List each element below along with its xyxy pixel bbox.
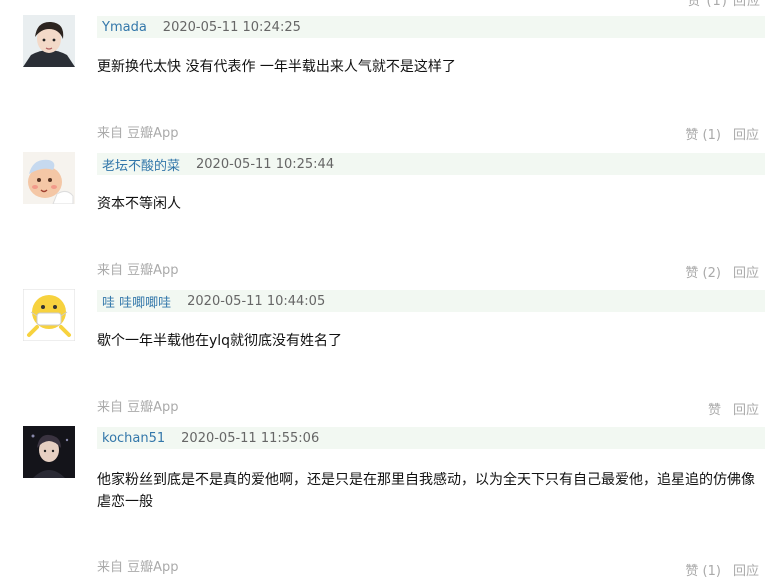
comment-source: 来自 豆瓣App — [97, 126, 179, 141]
comment-actions: 赞 (1) 回应 — [685, 560, 759, 579]
comment-meta: Ymada 2020-05-11 10:24:25 — [97, 16, 765, 38]
reply-button[interactable]: 回应 — [733, 128, 759, 143]
author-link[interactable]: Ymada — [102, 20, 147, 35]
comment-text: 歇个一年半载他在ylq就彻底没有姓名了 — [97, 333, 343, 349]
comment-source: 来自 豆瓣App — [97, 400, 179, 415]
reply-button[interactable]: 回应 — [733, 564, 759, 579]
comment-list: 赞 (1) 回应 Ymada 2020-05-11 10:24:25 更新换代太… — [0, 0, 781, 586]
cartoon-baby-avatar[interactable] — [23, 152, 75, 204]
boy-portrait-avatar[interactable] — [23, 15, 75, 67]
reply-button[interactable]: 回应 — [733, 403, 759, 418]
comment-time: 2020-05-11 10:24:25 — [162, 19, 301, 35]
comment-meta: 老坛不酸的菜 2020-05-11 10:25:44 — [97, 153, 765, 175]
like-button[interactable]: 赞 (2) — [685, 266, 721, 281]
comment-text: 资本不等闲人 — [97, 196, 181, 212]
reply-button[interactable]: 回应 — [733, 266, 759, 281]
author-link[interactable]: kochan51 — [102, 431, 165, 446]
comment-source: 来自 豆瓣App — [97, 560, 179, 575]
comment-time: 2020-05-11 10:44:05 — [187, 293, 326, 309]
dark-portrait-avatar[interactable] — [23, 426, 75, 478]
comment-meta: kochan51 2020-05-11 11:55:06 — [97, 427, 765, 449]
author-link[interactable]: 哇 哇唧唧哇 — [102, 292, 171, 311]
comment-source: 来自 豆瓣App — [97, 263, 179, 278]
comment-text: 更新换代太快 没有代表作 一年半载出来人气就不是这样了 — [97, 59, 456, 75]
comment-meta: 哇 哇唧唧哇 2020-05-11 10:44:05 — [97, 290, 765, 312]
comment-text: 他家粉丝到底是不是真的爱他啊，还是只是在那里自我感动，以为全天下只有自己最爱他，… — [97, 472, 755, 510]
like-button[interactable]: 赞 — [708, 403, 721, 418]
comment-actions: 赞回应 — [708, 399, 759, 418]
like-button[interactable]: 赞 (1) — [685, 128, 721, 143]
comment-actions: 赞 (2) 回应 — [685, 262, 759, 281]
author-link[interactable]: 老坛不酸的菜 — [102, 155, 180, 174]
like-button[interactable]: 赞 (1) — [685, 564, 721, 579]
comment-actions: 赞 (1) 回应 — [685, 124, 759, 143]
comment-time: 2020-05-11 10:25:44 — [196, 156, 335, 172]
comment-time: 2020-05-11 11:55:06 — [181, 430, 320, 446]
cut-off-actions: 赞 (1) 回应 — [687, 0, 761, 9]
masked-emoji-avatar[interactable] — [23, 289, 75, 341]
